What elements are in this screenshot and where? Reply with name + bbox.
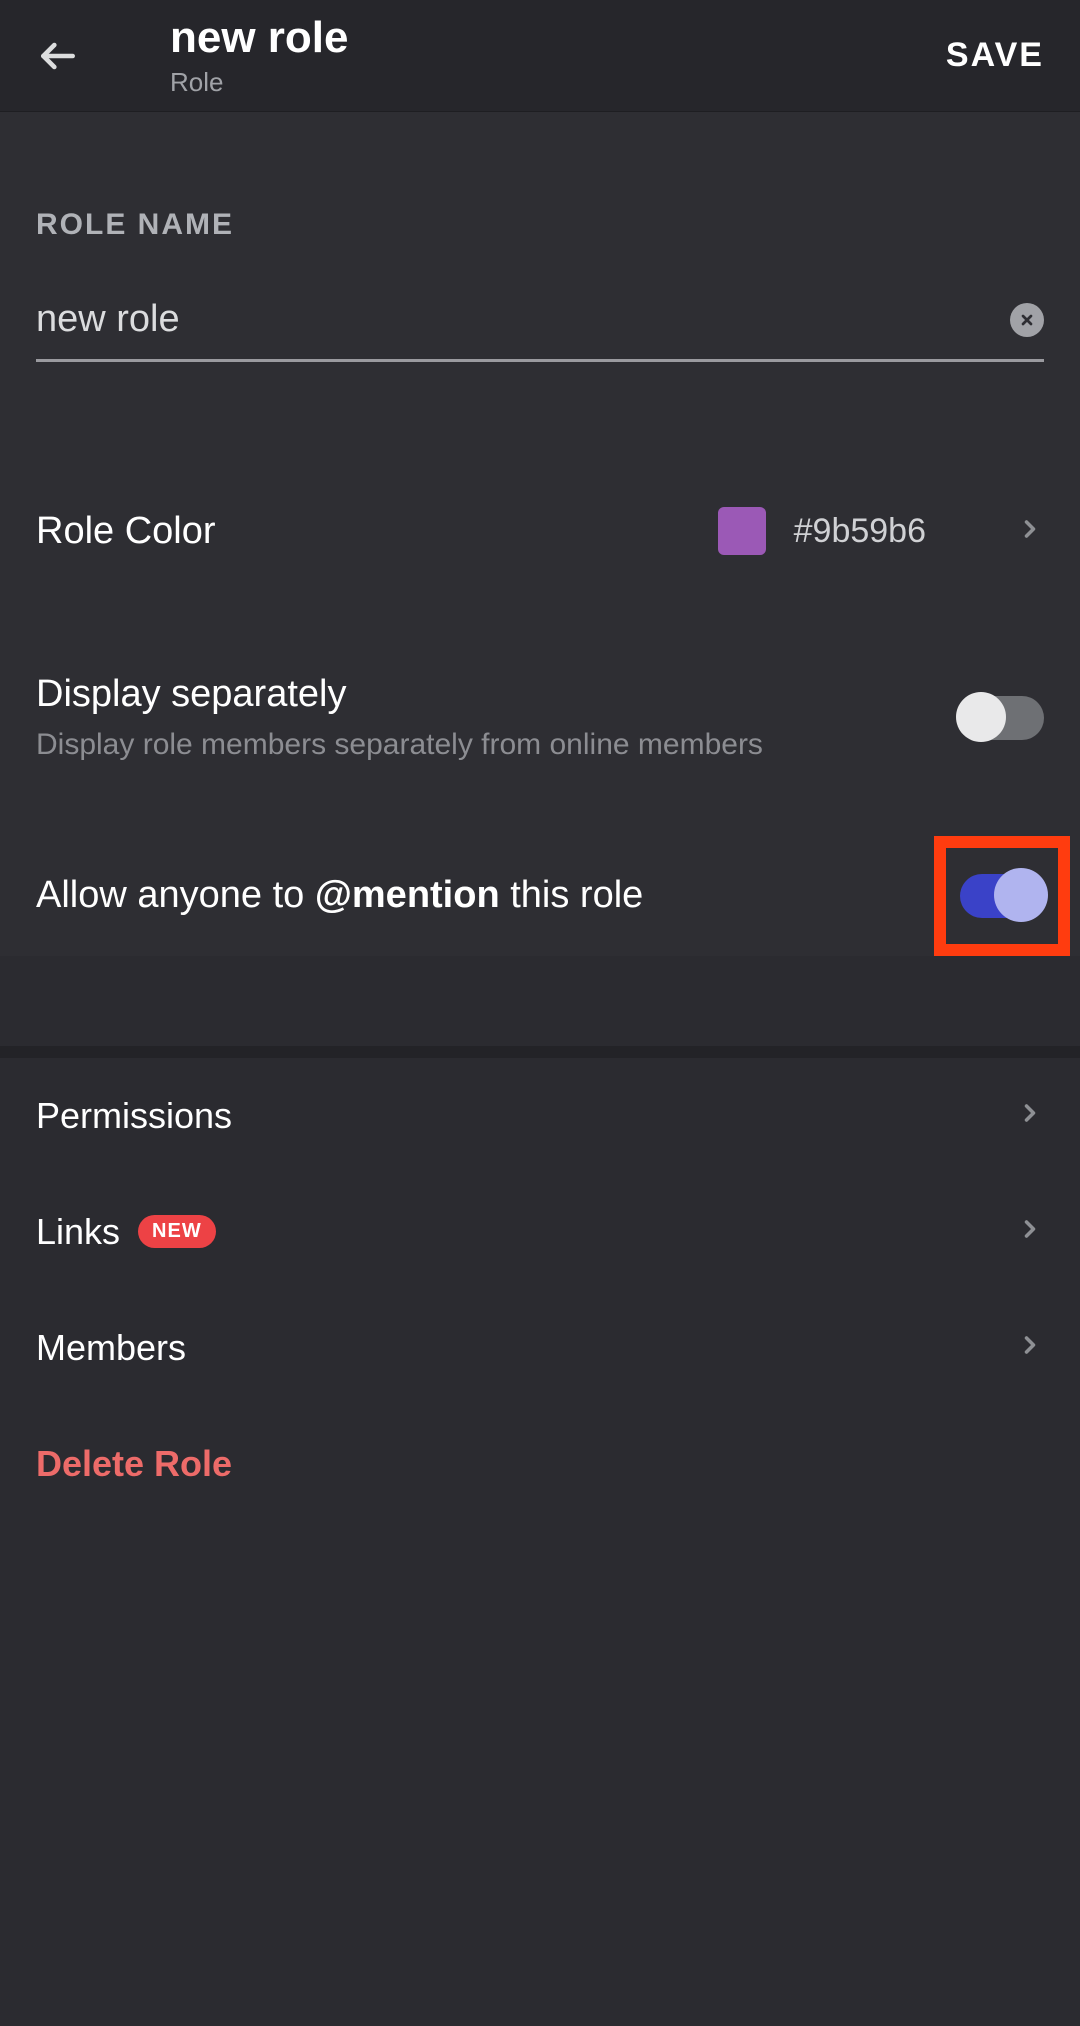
role-color-swatch <box>718 507 766 555</box>
chevron-right-icon <box>1016 1099 1044 1132</box>
links-row[interactable]: Links NEW <box>0 1174 1080 1290</box>
display-separately-subtitle: Display role members separately from onl… <box>36 725 940 766</box>
delete-role-label: Delete Role <box>36 1443 232 1485</box>
delete-role-row[interactable]: Delete Role <box>0 1406 1080 1522</box>
role-color-label: Role Color <box>36 510 718 553</box>
clear-input-icon[interactable] <box>1010 303 1044 337</box>
chevron-right-icon <box>1016 1215 1044 1248</box>
display-separately-toggle[interactable] <box>960 696 1044 740</box>
allow-mention-prefix: Allow anyone to <box>36 874 315 916</box>
page-title: new role <box>170 13 946 63</box>
role-name-label: ROLE NAME <box>0 208 1080 242</box>
allow-mention-title: Allow anyone to @mention this role <box>36 871 914 920</box>
allow-mention-strong: @mention <box>315 874 500 916</box>
members-label: Members <box>36 1327 1016 1369</box>
links-label: Links <box>36 1211 120 1253</box>
role-color-value: #9b59b6 <box>794 512 926 551</box>
chevron-right-icon <box>1016 1331 1044 1364</box>
page-subtitle: Role <box>170 67 946 98</box>
role-name-input[interactable] <box>36 298 1010 341</box>
new-badge: NEW <box>138 1215 216 1248</box>
allow-mention-suffix: this role <box>500 874 644 916</box>
members-row[interactable]: Members <box>0 1290 1080 1406</box>
chevron-right-icon <box>1016 515 1044 548</box>
display-separately-title: Display separately <box>36 670 940 719</box>
permissions-label: Permissions <box>36 1095 1016 1137</box>
save-button[interactable]: SAVE <box>946 36 1044 75</box>
allow-mention-toggle[interactable] <box>960 874 1044 918</box>
back-arrow-icon[interactable] <box>36 34 80 78</box>
permissions-row[interactable]: Permissions <box>0 1058 1080 1174</box>
role-color-row[interactable]: Role Color #9b59b6 <box>0 472 1080 590</box>
highlight-annotation <box>934 836 1070 956</box>
